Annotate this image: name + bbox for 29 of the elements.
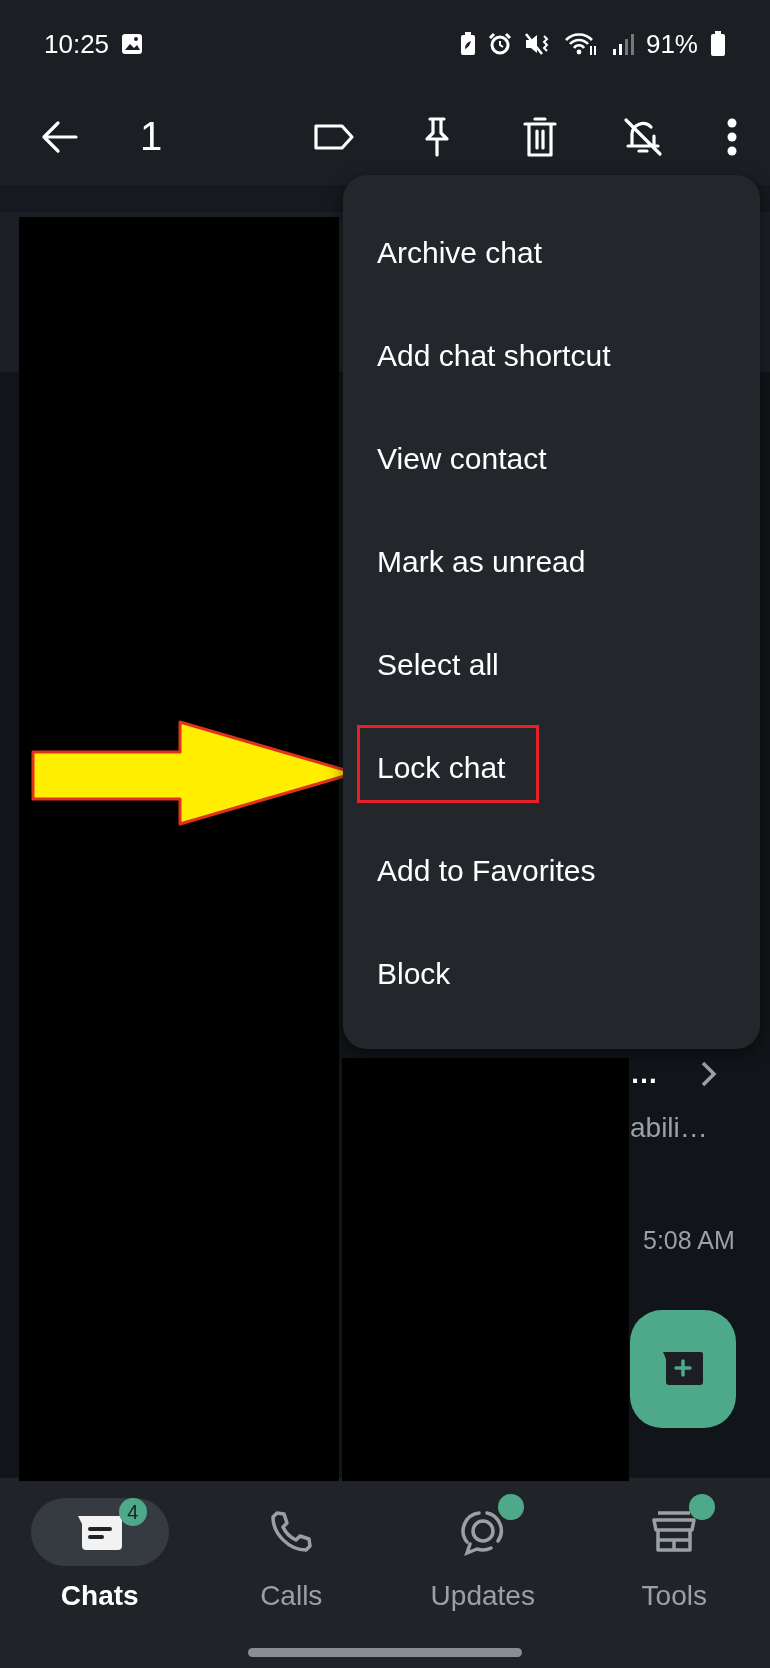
menu-item[interactable]: Lock chat (343, 716, 760, 819)
menu-item[interactable]: Archive chat (343, 201, 760, 304)
menu-item[interactable]: Select all (343, 613, 760, 716)
menu-item[interactable]: Mark as unread (343, 510, 760, 613)
chat-title: … (630, 1058, 658, 1090)
menu-item[interactable]: Add to Favorites (343, 819, 760, 922)
alarm-icon (487, 32, 512, 56)
unread-badge: 4 (118, 1498, 147, 1526)
menu-item[interactable]: Add chat shortcut (343, 304, 760, 407)
menu-item[interactable]: View contact (343, 407, 760, 510)
selected-count: 1 (140, 114, 163, 159)
battery-icon (710, 31, 726, 57)
nav-tab[interactable]: Tools (578, 1498, 770, 1612)
store-icon (650, 1510, 699, 1554)
chat-preview: abili… (630, 1112, 708, 1144)
clock: 10:25 (44, 28, 110, 60)
chevron-right-icon (700, 1060, 718, 1088)
image-icon (121, 33, 144, 55)
nav-tab[interactable]: Calls (195, 1498, 387, 1612)
new-chat-icon (661, 1350, 705, 1388)
battery-saver-icon (459, 32, 476, 56)
battery-percentage: 91% (645, 28, 698, 60)
nav-tab[interactable]: 4 Chats (4, 1498, 196, 1612)
new-chat-button[interactable] (630, 1310, 736, 1428)
signal-icon (611, 32, 634, 56)
chat-time: 5:08 AM (643, 1226, 735, 1255)
menu-item[interactable]: Block (343, 922, 760, 1025)
nav-tab[interactable]: Updates (387, 1498, 579, 1612)
phone-icon (269, 1510, 314, 1554)
